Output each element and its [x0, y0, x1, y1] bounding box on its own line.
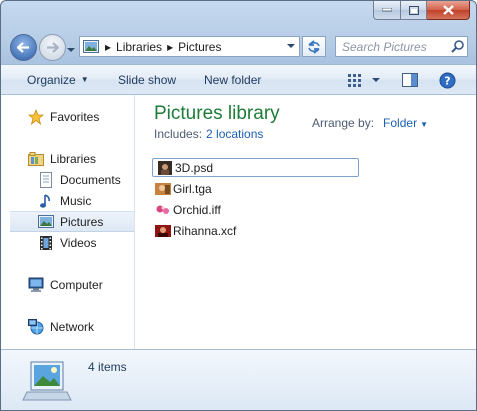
nav-libraries[interactable]: Libraries: [28, 148, 133, 169]
maximize-button[interactable]: [401, 1, 427, 20]
nav-computer[interactable]: Computer: [28, 274, 133, 295]
xcf-thumbnail-icon: [155, 224, 171, 237]
view-grid-icon: [348, 74, 361, 87]
music-note-icon: [38, 193, 54, 209]
view-options-dropdown[interactable]: [372, 71, 380, 89]
file-item[interactable]: Rihanna.xcf: [151, 220, 236, 241]
nav-pictures[interactable]: Pictures: [10, 211, 134, 232]
arrange-by-dropdown[interactable]: Folder: [383, 116, 417, 130]
back-arrow-icon: [17, 42, 29, 53]
file-item[interactable]: 3D.psd: [151, 157, 359, 178]
command-bar: Organize ▼ Slide show New folder ?: [1, 64, 476, 95]
help-button[interactable]: ?: [439, 71, 456, 89]
libraries-icon: [28, 151, 44, 167]
nav-music[interactable]: Music: [38, 190, 133, 211]
breadcrumb-libraries[interactable]: Libraries: [114, 40, 164, 54]
help-icon: ?: [439, 72, 456, 88]
back-button[interactable]: [10, 34, 37, 61]
library-includes: Includes: 2 locations: [154, 127, 264, 141]
nav-videos[interactable]: Videos: [38, 232, 133, 253]
minimize-icon: [382, 8, 392, 12]
nav-favorites[interactable]: Favorites: [28, 106, 133, 127]
film-icon: [38, 235, 54, 251]
locations-link[interactable]: 2 locations: [206, 127, 263, 141]
slideshow-button[interactable]: Slide show: [118, 65, 176, 94]
chevron-down-icon: [372, 77, 380, 82]
recent-pages-dropdown[interactable]: [67, 42, 75, 56]
search-box[interactable]: [335, 36, 468, 57]
nav-network[interactable]: Network: [28, 316, 133, 337]
address-bar[interactable]: ▸ Libraries ▸ Pictures: [79, 36, 300, 57]
library-large-icon: [22, 361, 72, 401]
preview-pane-button[interactable]: [402, 71, 418, 89]
breadcrumb-separator[interactable]: ▸: [102, 37, 114, 56]
page-title: Pictures library: [154, 103, 280, 124]
search-icon[interactable]: [447, 40, 467, 53]
pictures-icon: [38, 214, 54, 230]
location-icon: [80, 37, 102, 56]
forward-arrow-icon: [47, 42, 59, 53]
computer-icon: [28, 277, 44, 293]
chevron-down-icon: ▼: [420, 120, 428, 129]
tga-thumbnail-icon: [155, 182, 171, 195]
preview-pane-icon: [402, 73, 418, 87]
address-dropdown[interactable]: [283, 37, 299, 56]
close-button[interactable]: [427, 1, 470, 20]
content-area: Favorites Libraries Documents Music Pict…: [1, 95, 476, 349]
change-view-button[interactable]: [347, 71, 363, 89]
minimize-button[interactable]: [373, 1, 401, 20]
details-pane: 4 items: [1, 349, 476, 410]
nav-documents[interactable]: Documents: [38, 169, 133, 190]
breadcrumb-separator[interactable]: ▸: [164, 37, 176, 56]
star-icon: [28, 108, 44, 125]
navigation-pane: Favorites Libraries Documents Music Pict…: [1, 95, 135, 349]
network-icon: [28, 318, 44, 335]
arrange-by: Arrange by: Folder ▼: [312, 116, 428, 130]
maximize-icon: [408, 5, 419, 15]
rename-field[interactable]: 3D.psd: [152, 158, 359, 177]
new-folder-button[interactable]: New folder: [204, 65, 261, 94]
file-item[interactable]: Orchid.iff: [151, 199, 221, 220]
svg-text:?: ?: [444, 74, 450, 87]
explorer-window: ▸ Libraries ▸ Pictures Organize ▼ Slide …: [0, 0, 477, 411]
caption-buttons: [373, 1, 470, 20]
search-input[interactable]: [336, 39, 447, 54]
item-count: 4 items: [88, 360, 127, 374]
refresh-button[interactable]: [302, 36, 326, 57]
organize-button[interactable]: Organize ▼: [27, 65, 89, 94]
breadcrumb-pictures[interactable]: Pictures: [176, 40, 223, 54]
documents-icon: [38, 171, 54, 188]
chevron-down-icon: ▼: [80, 75, 89, 84]
chevron-down-icon: [67, 48, 75, 52]
file-item[interactable]: Girl.tga: [151, 178, 212, 199]
psd-thumbnail-icon: [158, 160, 172, 175]
refresh-icon: [308, 39, 320, 54]
iff-thumbnail-icon: [155, 203, 171, 216]
forward-button[interactable]: [39, 34, 66, 61]
close-icon: [442, 5, 454, 15]
chevron-down-icon: [287, 44, 295, 48]
